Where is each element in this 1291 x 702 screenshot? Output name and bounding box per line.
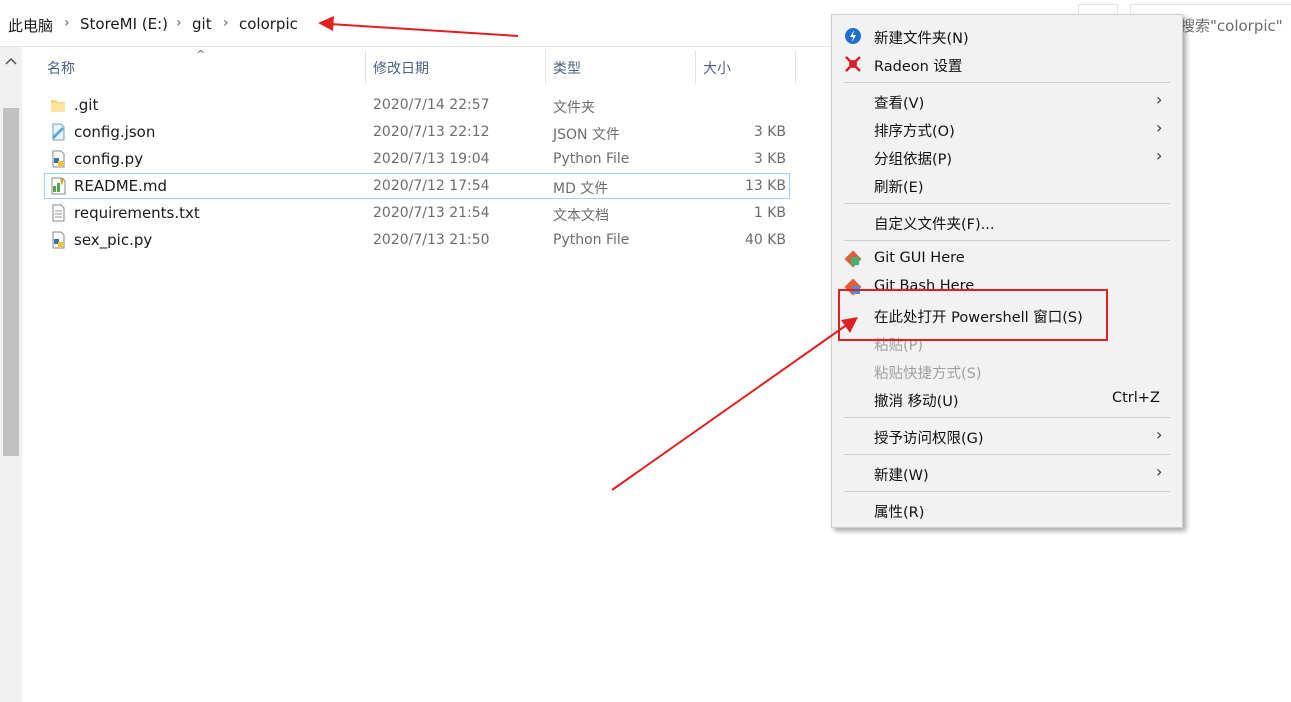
file-date: 2020/7/14 22:57 bbox=[373, 97, 490, 113]
json-file-icon bbox=[52, 123, 65, 141]
file-type: MD 文件 bbox=[553, 181, 609, 197]
new-folder-icon bbox=[845, 28, 861, 44]
menu-item-properties[interactable]: 属性(R) bbox=[832, 497, 1182, 523]
file-type: JSON 文件 bbox=[553, 127, 620, 143]
file-size: 1 KB bbox=[753, 205, 786, 221]
file-row[interactable]: sex_pic.py 2020/7/13 21:50 Python File 4… bbox=[44, 227, 790, 253]
menu-item-grant-access[interactable]: 授予访问权限(G) › bbox=[832, 423, 1182, 449]
menu-item-new[interactable]: 新建(W) › bbox=[832, 460, 1182, 486]
menu-separator bbox=[844, 417, 1170, 418]
breadcrumb-separator-icon: › bbox=[223, 15, 229, 31]
file-date: 2020/7/13 21:50 bbox=[373, 232, 490, 248]
file-name: .git bbox=[74, 96, 99, 114]
file-type: Python File bbox=[553, 151, 630, 167]
git-gui-icon bbox=[844, 250, 862, 268]
file-row[interactable]: config.json 2020/7/13 22:12 JSON 文件 3 KB bbox=[44, 119, 790, 145]
file-size: 40 KB bbox=[744, 232, 786, 248]
breadcrumb-colorpic[interactable]: colorpic bbox=[239, 15, 298, 33]
menu-item-label: Git GUI Here bbox=[874, 250, 965, 266]
menu-separator bbox=[844, 82, 1170, 83]
menu-item-git-gui[interactable]: Git GUI Here bbox=[832, 246, 1182, 272]
column-header-type[interactable]: 类型 bbox=[553, 58, 581, 78]
menu-item-new-folder[interactable]: 新建文件夹(N) bbox=[832, 23, 1182, 49]
submenu-arrow-icon: › bbox=[1156, 90, 1163, 109]
file-type: Python File bbox=[553, 232, 630, 248]
menu-item-sort[interactable]: 排序方式(O) › bbox=[832, 116, 1182, 142]
breadcrumb-drive[interactable]: StoreMI (E:) bbox=[80, 15, 168, 33]
menu-item-radeon[interactable]: Radeon 设置 bbox=[832, 51, 1182, 77]
menu-item-label: 新建文件夹(N) bbox=[874, 31, 969, 47]
python-file-icon bbox=[52, 150, 65, 168]
file-type: 文本文档 bbox=[553, 208, 609, 224]
scrollbar-thumb[interactable] bbox=[3, 108, 19, 456]
sort-ascending-icon: ^ bbox=[196, 48, 206, 61]
breadcrumb-this-pc[interactable]: 此电脑 bbox=[8, 15, 53, 36]
markdown-file-icon bbox=[51, 177, 66, 195]
menu-item-label: 刷新(E) bbox=[874, 180, 924, 196]
radeon-icon bbox=[845, 56, 861, 72]
menu-item-label: 分组依据(P) bbox=[874, 152, 953, 168]
menu-separator bbox=[844, 454, 1170, 455]
breadcrumb-git[interactable]: git bbox=[192, 15, 212, 33]
file-name: requirements.txt bbox=[74, 204, 200, 222]
menu-separator bbox=[844, 203, 1170, 204]
menu-item-shortcut: Ctrl+Z bbox=[1112, 390, 1160, 406]
context-menu: 新建文件夹(N) Radeon 设置 查看(V) › 排序方式(O) › 分组依… bbox=[831, 14, 1183, 528]
menu-item-label: 新建(W) bbox=[874, 468, 929, 484]
menu-item-label: 排序方式(O) bbox=[874, 124, 955, 140]
annotation-arrow-powershell bbox=[611, 317, 858, 491]
menu-item-group[interactable]: 分组依据(P) › bbox=[832, 144, 1182, 170]
menu-item-label: 授予访问权限(G) bbox=[874, 431, 984, 447]
file-row[interactable]: requirements.txt 2020/7/13 21:54 文本文档 1 … bbox=[44, 200, 790, 226]
menu-item-label: Radeon 设置 bbox=[874, 59, 963, 75]
file-date: 2020/7/13 21:54 bbox=[373, 205, 490, 221]
menu-item-label: 粘贴快捷方式(S) bbox=[874, 366, 982, 382]
column-header-name[interactable]: 名称 bbox=[47, 58, 75, 78]
file-row[interactable]: config.py 2020/7/13 19:04 Python File 3 … bbox=[44, 146, 790, 172]
scroll-up-icon[interactable] bbox=[3, 54, 19, 68]
python-file-icon bbox=[52, 231, 65, 249]
breadcrumb-separator-icon: › bbox=[64, 15, 70, 31]
file-name: README.md bbox=[74, 177, 168, 195]
column-header-date[interactable]: 修改日期 bbox=[373, 58, 429, 78]
submenu-arrow-icon: › bbox=[1156, 425, 1163, 444]
menu-item-undo-move[interactable]: 撤消 移动(U) Ctrl+Z bbox=[832, 386, 1182, 412]
file-size: 3 KB bbox=[753, 151, 786, 167]
column-divider[interactable] bbox=[795, 50, 796, 84]
menu-separator bbox=[844, 240, 1170, 241]
column-divider[interactable] bbox=[695, 50, 696, 84]
search-placeholder: 搜索"colorpic" bbox=[1180, 17, 1283, 35]
file-size: 13 KB bbox=[744, 178, 786, 194]
menu-separator bbox=[844, 491, 1170, 492]
folder-icon bbox=[51, 100, 65, 112]
file-date: 2020/7/13 19:04 bbox=[373, 151, 490, 167]
column-divider[interactable] bbox=[365, 50, 366, 84]
menu-item-customize-folder[interactable]: 自定义文件夹(F)... bbox=[832, 209, 1182, 235]
menu-item-label: 撤消 移动(U) bbox=[874, 394, 959, 410]
file-name: config.json bbox=[74, 123, 156, 141]
submenu-arrow-icon: › bbox=[1156, 118, 1163, 137]
breadcrumb-separator-icon: › bbox=[176, 15, 182, 31]
file-row[interactable]: .git 2020/7/14 22:57 文件夹 bbox=[44, 92, 790, 118]
text-file-icon bbox=[52, 204, 65, 222]
column-divider[interactable] bbox=[545, 50, 546, 84]
menu-item-label: 查看(V) bbox=[874, 96, 925, 112]
menu-item-refresh[interactable]: 刷新(E) bbox=[832, 172, 1182, 198]
menu-item-label: 自定义文件夹(F)... bbox=[874, 217, 995, 233]
file-name: config.py bbox=[74, 150, 144, 168]
menu-item-paste-shortcut: 粘贴快捷方式(S) bbox=[832, 358, 1182, 384]
submenu-arrow-icon: › bbox=[1156, 462, 1163, 481]
file-row-selected[interactable]: README.md 2020/7/12 17:54 MD 文件 13 KB bbox=[44, 173, 790, 199]
column-header-size[interactable]: 大小 bbox=[703, 58, 731, 78]
file-date: 2020/7/12 17:54 bbox=[373, 178, 490, 194]
submenu-arrow-icon: › bbox=[1156, 146, 1163, 165]
file-date: 2020/7/13 22:12 bbox=[373, 124, 490, 140]
annotation-highlight-box bbox=[838, 289, 1108, 341]
menu-item-view[interactable]: 查看(V) › bbox=[832, 88, 1182, 114]
menu-item-label: 属性(R) bbox=[874, 505, 925, 521]
file-type: 文件夹 bbox=[553, 100, 595, 116]
file-name: sex_pic.py bbox=[74, 231, 153, 249]
file-size: 3 KB bbox=[753, 124, 786, 140]
